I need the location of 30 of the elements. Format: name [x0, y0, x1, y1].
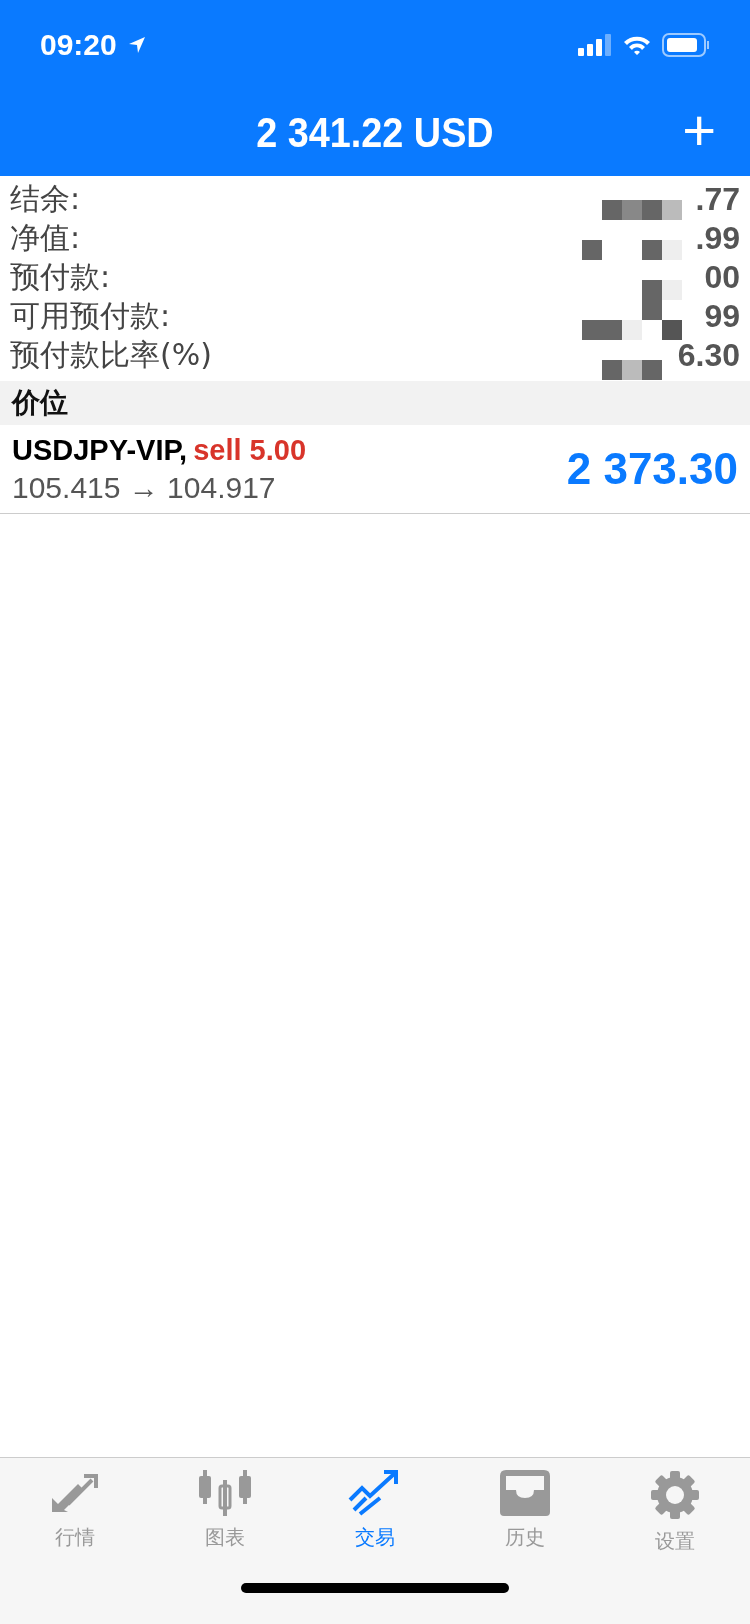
tab-history[interactable]: 历史	[450, 1470, 600, 1555]
summary-value: .99	[695, 220, 740, 257]
section-header: 价位	[0, 381, 750, 425]
position-prices: 105.415 → 104.917	[12, 470, 277, 505]
summary-label: 结余:	[10, 180, 81, 218]
summary-label: 净值:	[10, 219, 81, 257]
add-button[interactable]: +	[676, 100, 722, 160]
position-profit: 2 373.30	[566, 444, 738, 494]
settings-icon	[650, 1470, 700, 1520]
summary-value: .77	[695, 181, 740, 218]
summary-label: 预付款:	[10, 258, 111, 296]
balance-title: 2 341.22 USD	[256, 109, 494, 157]
tab-quotes[interactable]: 行情	[0, 1470, 150, 1555]
signal-icon	[578, 34, 612, 56]
position-row[interactable]: USDJPY-VIP, sell 5.00 105.415 → 104.917 2 373.30	[0, 425, 750, 514]
summary-value: 00	[704, 259, 740, 296]
inbox-icon	[498, 1470, 552, 1516]
candlestick-icon	[198, 1470, 252, 1516]
tab-settings[interactable]: 设置	[600, 1470, 750, 1555]
summary-value: 6.30	[677, 337, 740, 374]
wifi-icon	[622, 34, 652, 56]
battery-icon	[662, 33, 710, 57]
tab-trade[interactable]: 交易	[300, 1470, 450, 1555]
position-symbol: USDJPY-VIP,	[12, 433, 188, 467]
tab-chart[interactable]: 图表	[150, 1470, 300, 1555]
summary-label: 预付款比率(%)	[10, 336, 212, 374]
status-time: 09:20	[40, 28, 117, 62]
summary-label: 可用预付款:	[10, 297, 171, 335]
position-trade: sell 5.00	[193, 433, 307, 467]
summary-value: 99	[704, 298, 740, 335]
